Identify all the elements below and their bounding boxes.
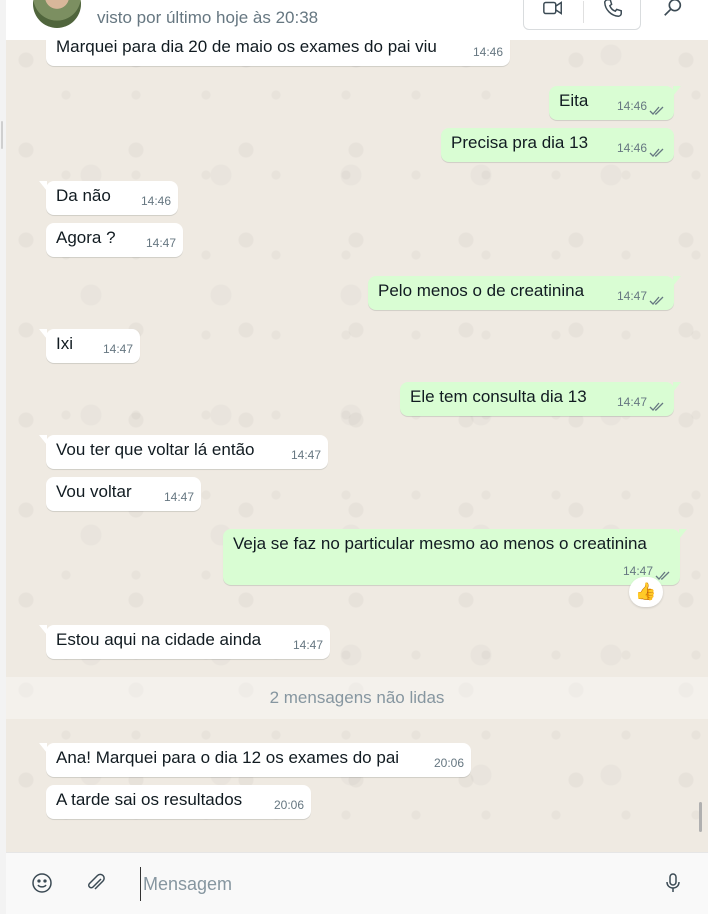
chat-window: visto por último hoje às 20:38 Marquei p… (6, 0, 708, 914)
message-text: Pelo menos o de creatinina (378, 281, 585, 300)
message-text: Estou aqui na cidade ainda (56, 630, 262, 649)
unread-divider: 2 mensagens não lidas (6, 677, 708, 719)
attach-icon[interactable] (84, 871, 108, 895)
call-buttons-group (523, 0, 641, 30)
bubble-tail (39, 181, 47, 191)
message-time: 14:46 (472, 45, 503, 59)
message-outgoing[interactable]: Ele tem consulta dia 13 14:47 (400, 382, 681, 416)
message-text: Veja se faz no particular mesmo ao menos… (233, 534, 647, 553)
message-input[interactable] (140, 867, 645, 901)
emoji-icon[interactable] (30, 871, 54, 895)
message-time: 14:47 (163, 490, 194, 504)
resize-handle[interactable] (1, 121, 3, 149)
chat-header: visto por último hoje às 20:38 (6, 0, 708, 40)
message-time: 14:47 (616, 395, 647, 409)
message-text: Eita (559, 91, 589, 110)
message-incoming[interactable]: Ana! Marquei para o dia 12 os exames do … (39, 743, 471, 777)
last-seen-status: visto por último hoje às 20:38 (97, 8, 319, 27)
message-text: Marquei para dia 20 de maio os exames do… (56, 40, 437, 56)
read-receipt-icon (649, 106, 664, 115)
message-incoming[interactable]: Vou voltar 14:47 (46, 477, 201, 511)
message-incoming[interactable]: A tarde sai os resultados 20:06 (46, 785, 311, 819)
message-time: 14:47 (102, 342, 133, 356)
message-time: 14:47 (616, 289, 647, 303)
message-time: 20:06 (433, 756, 464, 770)
message-outgoing[interactable]: Precisa pra dia 13 14:46 (441, 128, 674, 162)
message-incoming[interactable]: Agora ? 14:47 (46, 223, 183, 257)
message-time: 14:46 (616, 141, 647, 155)
bubble-tail (673, 382, 681, 392)
message-text: Precisa pra dia 13 (451, 133, 589, 152)
message-time: 14:47 (290, 448, 321, 462)
bubble-tail (679, 529, 687, 539)
bubble-tail (673, 276, 681, 286)
message-text: Da não (56, 186, 111, 205)
search-icon[interactable] (662, 0, 684, 18)
bubble-tail (39, 743, 47, 753)
video-call-icon[interactable] (542, 0, 564, 19)
message-composer (6, 852, 708, 914)
message-text: Ana! Marquei para o dia 12 os exames do … (56, 748, 400, 767)
message-time: 14:46 (616, 99, 647, 113)
call-divider (583, 1, 584, 23)
message-incoming[interactable]: Marquei para dia 20 de maio os exames do… (46, 40, 510, 66)
message-incoming[interactable]: Vou ter que voltar lá então 14:47 (39, 435, 328, 469)
message-outgoing[interactable]: Eita 14:46 (549, 86, 681, 120)
message-outgoing[interactable]: Veja se faz no particular mesmo ao menos… (223, 529, 687, 585)
read-receipt-icon (649, 402, 664, 411)
message-time: 20:06 (273, 798, 304, 812)
unread-label: 2 mensagens não lidas (269, 688, 445, 707)
thumbs-up-reaction[interactable]: 👍 (629, 577, 663, 607)
message-incoming[interactable]: Estou aqui na cidade ainda 14:47 (39, 625, 330, 659)
message-time: 14:46 (140, 194, 171, 208)
bubble-tail (39, 329, 47, 339)
message-time: 14:47 (145, 236, 176, 250)
message-incoming[interactable]: Da não 14:46 (39, 181, 178, 215)
message-text: Ele tem consulta dia 13 (410, 387, 587, 406)
message-time: 14:47 (292, 638, 323, 652)
message-text: Ixi (56, 334, 73, 353)
read-receipt-icon (649, 148, 664, 157)
message-text: A tarde sai os resultados (56, 790, 243, 809)
bubble-tail (673, 86, 681, 96)
message-text: Agora ? (56, 228, 116, 247)
bubble-tail (39, 625, 47, 635)
read-receipt-icon (649, 296, 664, 305)
message-incoming[interactable]: Ixi 14:47 (39, 329, 140, 363)
message-outgoing[interactable]: Pelo menos o de creatinina 14:47 (368, 276, 681, 310)
mic-icon[interactable] (661, 871, 685, 895)
message-list[interactable]: Marquei para dia 20 de maio os exames do… (6, 40, 708, 852)
scrollbar-thumb[interactable] (699, 802, 702, 832)
avatar[interactable] (33, 0, 81, 28)
voice-call-icon[interactable] (602, 0, 624, 19)
message-text: Vou voltar (56, 482, 132, 501)
bubble-tail (39, 435, 47, 445)
message-text: Vou ter que voltar lá então (56, 440, 255, 459)
